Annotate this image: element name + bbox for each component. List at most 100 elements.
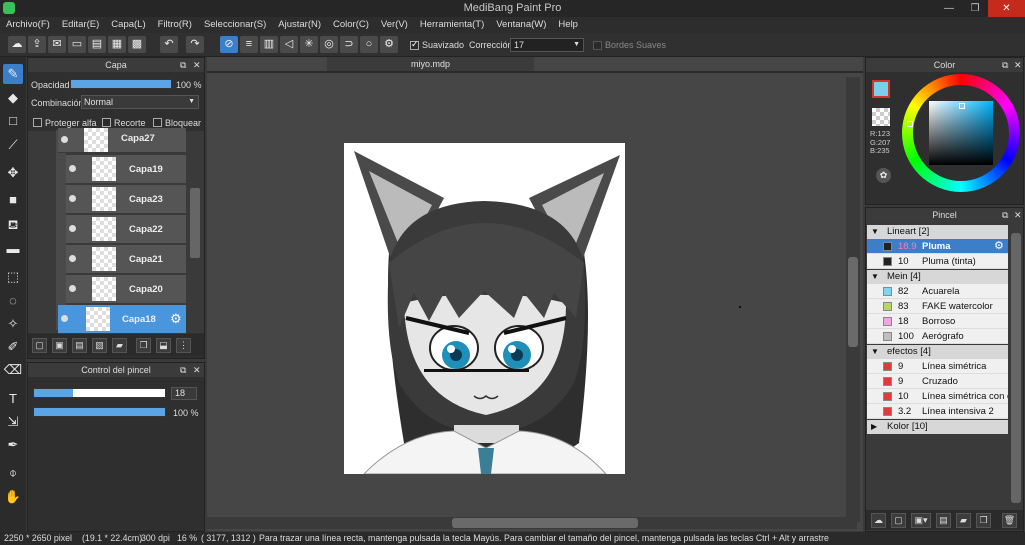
new-halftone-icon[interactable]: ▣	[52, 338, 67, 353]
panel-icon[interactable]: ▦	[108, 36, 126, 53]
hue-wheel[interactable]	[902, 74, 1020, 192]
transparent-swatch[interactable]	[872, 108, 890, 126]
eyedropper-icon[interactable]: ⌽	[3, 463, 23, 483]
eye-icon[interactable]	[69, 195, 76, 202]
layer-row[interactable]: Capa27	[58, 128, 186, 153]
eraser-tool-icon[interactable]: ◆	[3, 88, 23, 108]
palette-icon[interactable]: ✿	[876, 168, 891, 183]
vertical-scrollbar[interactable]	[846, 77, 860, 522]
add-brush-icon[interactable]: ▢	[891, 513, 906, 528]
eye-icon[interactable]	[61, 315, 68, 322]
redo-icon[interactable]: ↷	[186, 36, 204, 53]
document-icon[interactable]: ▤	[88, 36, 106, 53]
hue-picker-handle[interactable]	[907, 121, 913, 127]
menu-ajustar[interactable]: Ajustar(N)	[272, 17, 327, 33]
divide-tool-icon[interactable]: ✒	[3, 435, 23, 455]
brush-item[interactable]: 100 Aerógrafo	[867, 329, 1008, 344]
brush-folder[interactable]: ▶ Kolor [10]	[867, 420, 1008, 434]
eye-icon[interactable]	[69, 255, 76, 262]
circle-snap-icon[interactable]: ○	[360, 36, 378, 53]
layer-row[interactable]: Capa23	[66, 185, 186, 214]
minimize-icon[interactable]: —	[936, 0, 962, 17]
brush-size-input[interactable]: 18	[171, 387, 197, 400]
move-tool-icon[interactable]: ✥	[3, 163, 23, 183]
menu-seleccionar[interactable]: Seleccionar(S)	[198, 17, 272, 33]
brush-folder[interactable]: ▼ Lineart [2]	[867, 225, 1008, 239]
vanishing-snap-icon[interactable]: ◁	[280, 36, 298, 53]
gear-icon[interactable]: ⚙	[170, 311, 182, 327]
horizontal-scroll-thumb[interactable]	[452, 518, 638, 528]
add-menu-icon[interactable]: ▣▾	[911, 513, 931, 528]
eye-icon[interactable]	[69, 225, 76, 232]
new-8bit-icon[interactable]: ▤	[72, 338, 87, 353]
menu-archivo[interactable]: Archivo(F)	[0, 17, 56, 33]
rect-select-icon[interactable]: ⬚	[3, 267, 23, 287]
brush-item[interactable]: 3.2 Línea intensiva 2	[867, 404, 1008, 419]
concentric-snap-icon[interactable]: ◎	[320, 36, 338, 53]
select-eraser-icon[interactable]: ⌫	[3, 360, 23, 380]
gradient-tool-icon[interactable]: ▬	[3, 239, 23, 259]
menu-ver[interactable]: Ver(V)	[375, 17, 414, 33]
lock-checkbox[interactable]	[153, 118, 162, 127]
cloud-icon[interactable]: ☁	[8, 36, 26, 53]
brush-item[interactable]: 9 Línea simétrica	[867, 359, 1008, 374]
brush-folder[interactable]: ▼ efectos [4]	[867, 345, 1008, 359]
eye-icon[interactable]	[69, 285, 76, 292]
brush-item-selected[interactable]: 18.9 Pluma ⚙	[867, 239, 1008, 254]
settings-icon[interactable]: ⚙	[380, 36, 398, 53]
curve-snap-icon[interactable]: ⊃	[340, 36, 358, 53]
dot-tool-icon[interactable]: □	[3, 111, 23, 131]
comment-icon[interactable]: ✉	[48, 36, 66, 53]
fill-tool-icon[interactable]: ⛾	[3, 215, 23, 235]
brush-scrollbar[interactable]	[1011, 233, 1021, 503]
vertical-scroll-thumb[interactable]	[848, 257, 858, 347]
layer-row[interactable]: Capa20	[66, 275, 186, 304]
menu-capa[interactable]: Capa(L)	[105, 17, 151, 33]
text-tool-icon[interactable]: T	[3, 389, 23, 409]
close-icon[interactable]: ✕	[193, 363, 201, 377]
merge-icon[interactable]: ⬓	[156, 338, 171, 353]
select-pen-icon[interactable]: ⟋	[3, 135, 23, 155]
cross-snap-icon[interactable]: ▥	[260, 36, 278, 53]
select-pen-tool-icon[interactable]: ✐	[3, 337, 23, 357]
close-icon[interactable]: ✕	[988, 0, 1025, 17]
operation-tool-icon[interactable]: ⇲	[3, 412, 23, 432]
layer-row[interactable]: Capa21	[66, 245, 186, 274]
hand-tool-icon[interactable]: ✋	[3, 487, 23, 507]
gear-icon[interactable]: ⚙	[994, 239, 1004, 254]
restore-icon[interactable]: ❐	[962, 0, 988, 17]
clip-checkbox[interactable]	[102, 118, 111, 127]
protect-alpha-checkbox[interactable]	[33, 118, 42, 127]
cloud-brush-icon[interactable]: ☁	[871, 513, 886, 528]
popout-icon[interactable]: ⧉	[1002, 208, 1008, 222]
eye-icon[interactable]	[69, 165, 76, 172]
brush-item[interactable]: 10 Pluma (tinta)	[867, 254, 1008, 269]
eye-icon[interactable]	[61, 136, 68, 143]
brush-folder[interactable]: ▼ Mein [4]	[867, 270, 1008, 284]
undo-icon[interactable]: ↶	[160, 36, 178, 53]
layer-row[interactable]: Capa19	[66, 155, 186, 184]
copy-icon[interactable]: ❐	[976, 513, 991, 528]
menu-help[interactable]: Help	[552, 17, 584, 33]
brush-item[interactable]: 83 FAKE watercolor	[867, 299, 1008, 314]
menu-filtro[interactable]: Filtro(R)	[152, 17, 198, 33]
horizontal-scrollbar[interactable]	[207, 517, 857, 529]
layer-row-selected[interactable]: Capa18 ⚙	[58, 305, 186, 334]
magic-wand-icon[interactable]: ✧	[3, 314, 23, 334]
close-icon[interactable]: ✕	[193, 58, 201, 72]
popout-icon[interactable]: ⧉	[180, 58, 186, 72]
soft-edges-checkbox[interactable]	[593, 41, 602, 50]
upload-icon[interactable]: ⇪	[28, 36, 46, 53]
layer-row[interactable]: Capa22	[66, 215, 186, 244]
shape-tool-icon[interactable]: ■	[3, 190, 23, 210]
popout-icon[interactable]: ⧉	[180, 363, 186, 377]
snap-off-icon[interactable]: ⊘	[220, 36, 238, 53]
menu-color[interactable]: Color(C)	[327, 17, 375, 33]
new-1bit-icon[interactable]: ▧	[92, 338, 107, 353]
new-layer-icon[interactable]: ▢	[32, 338, 47, 353]
brush-tool-icon[interactable]: ✎	[3, 64, 23, 84]
lasso-select-icon[interactable]: ◌	[3, 291, 23, 311]
brush-size-slider[interactable]	[33, 388, 166, 398]
brush-item[interactable]: 10 Línea simétrica con cu	[867, 389, 1008, 404]
artwork-canvas[interactable]	[344, 143, 625, 474]
